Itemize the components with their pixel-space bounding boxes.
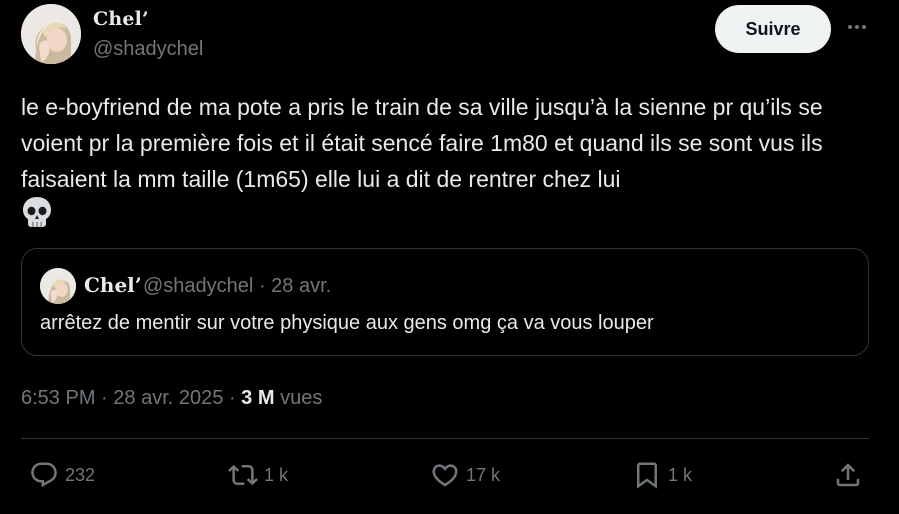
share-icon <box>836 463 860 487</box>
tweet: Chel’ @shadychel Suivre le e-boyfriend d… <box>0 0 899 514</box>
quoted-author-avatar[interactable] <box>40 268 76 304</box>
tweet-meta: 6:53 PM · 28 avr. 2025 · 3 M vues <box>21 387 322 410</box>
avatar-image <box>40 268 76 304</box>
like-button[interactable]: 17 k <box>430 458 500 492</box>
quoted-author-handle[interactable]: @shadychel <box>143 275 253 297</box>
divider <box>21 438 869 439</box>
bookmark-button[interactable]: 1 k <box>632 458 692 492</box>
meta-separator: · <box>101 387 108 409</box>
follow-button[interactable]: Suivre <box>715 5 831 53</box>
share-button[interactable] <box>833 458 863 492</box>
retweet-button[interactable]: 1 k <box>228 458 288 492</box>
retweet-icon <box>228 464 258 486</box>
retweet-count: 1 k <box>264 464 289 485</box>
quoted-tweet-date[interactable]: 28 avr. <box>271 275 331 297</box>
more-options-button[interactable] <box>842 12 872 42</box>
author-handle[interactable]: @shadychel <box>93 38 203 61</box>
tweet-date[interactable]: 28 avr. 2025 <box>113 387 223 409</box>
meta-separator: · <box>258 275 266 297</box>
avatar-image <box>21 4 81 64</box>
quoted-tweet-text: arrêtez de mentir sur votre physique aux… <box>40 312 654 334</box>
views-count: 3 M <box>241 387 275 409</box>
reply-count: 232 <box>65 464 96 485</box>
views-label: vues <box>280 387 323 409</box>
quoted-tweet-meta: @shadychel · 28 avr. <box>143 275 331 298</box>
tweet-time[interactable]: 6:53 PM <box>21 387 95 409</box>
quoted-tweet-card[interactable]: Chel’ @shadychel · 28 avr. arrêtez de me… <box>21 248 869 356</box>
reply-button[interactable]: 232 <box>29 458 95 492</box>
skull-emoji-icon <box>22 196 52 228</box>
meta-separator: · <box>228 387 236 409</box>
bookmark-count: 1 k <box>668 464 693 485</box>
quoted-author-name[interactable]: Chel’ <box>84 273 142 297</box>
author-avatar[interactable] <box>21 4 81 64</box>
like-count: 17 k <box>466 464 501 485</box>
author-name[interactable]: Chel’ <box>93 8 149 30</box>
heart-icon <box>432 464 458 487</box>
bookmark-icon <box>637 462 657 489</box>
more-horizontal-icon <box>848 25 866 29</box>
reply-icon <box>31 462 57 488</box>
tweet-text: le e-boyfriend de ma pote a pris le trai… <box>21 94 823 192</box>
